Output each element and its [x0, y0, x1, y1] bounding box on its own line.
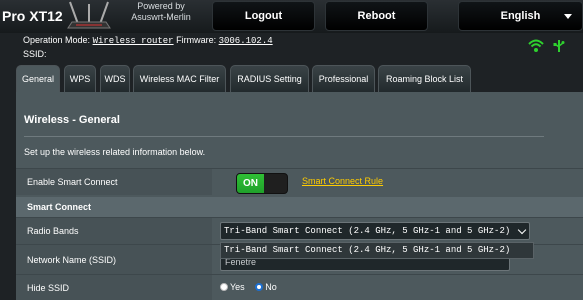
- status-icons: [528, 39, 565, 53]
- language-select[interactable]: English: [458, 1, 583, 31]
- hide-ssid-no-option[interactable]: No: [255, 282, 277, 292]
- powered-by-line2: Asuswrt-Merlin: [131, 12, 191, 22]
- row-hide-ssid: Hide SSID Yes No: [16, 274, 583, 300]
- reboot-button[interactable]: Reboot: [325, 1, 428, 31]
- top-header: Pro XT12 Powered by Asuswrt-Merlin Logou…: [0, 0, 583, 33]
- row-enable-smart-connect: Enable Smart Connect ON Smart Connect Ru…: [16, 168, 583, 195]
- hide-ssid-label: Hide SSID: [16, 275, 212, 300]
- logout-button[interactable]: Logout: [212, 1, 315, 31]
- radio-no[interactable]: [255, 283, 264, 291]
- yes-label: Yes: [230, 282, 245, 292]
- tab-wireless-mac-filter[interactable]: Wireless MAC Filter: [133, 65, 226, 92]
- network-name-label: Network Name (SSID): [16, 245, 212, 274]
- radio-bands-selected: Tri-Band Smart Connect (2.4 GHz, 5 GHz-1…: [224, 226, 511, 236]
- row-radio-bands: Radio Bands Tri-Band Smart Connect (2.4 …: [16, 217, 583, 244]
- router-icon: [67, 1, 111, 29]
- chevron-down-icon: [564, 14, 572, 19]
- tab-general[interactable]: General: [16, 65, 60, 92]
- firmware-link[interactable]: 3006.102.4: [219, 36, 273, 46]
- radio-bands-dropdown-option[interactable]: Tri-Band Smart Connect (2.4 GHz, 5 GHz-1…: [220, 242, 534, 259]
- chevron-down-icon: [517, 225, 527, 235]
- smart-connect-toggle[interactable]: ON: [236, 173, 288, 194]
- tab-wps[interactable]: WPS: [64, 65, 96, 92]
- op-mode-label: Operation Mode:: [23, 35, 91, 45]
- smart-connect-rule-link[interactable]: Smart Connect Rule: [302, 176, 383, 186]
- language-label: English: [500, 10, 541, 22]
- tab-professional[interactable]: Professional: [312, 65, 375, 92]
- enable-smart-connect-value: ON Smart Connect Rule: [212, 169, 583, 195]
- radio-bands-value: Tri-Band Smart Connect (2.4 GHz, 5 GHz-1…: [212, 218, 583, 244]
- toggle-on-label: ON: [237, 174, 264, 193]
- info-bar: Operation Mode: Wireless router Firmware…: [23, 34, 273, 61]
- radio-bands-select[interactable]: Tri-Band Smart Connect (2.4 GHz, 5 GHz-1…: [220, 222, 530, 240]
- radio-bands-label: Radio Bands: [16, 218, 212, 244]
- radio-yes[interactable]: [220, 283, 228, 291]
- main-panel: Wireless - General Set up the wireless r…: [16, 92, 583, 300]
- model-name: Pro XT12: [2, 8, 63, 24]
- ssid-label: SSID:: [23, 49, 47, 59]
- no-label: No: [265, 282, 277, 292]
- tab-roaming-block-list[interactable]: Roaming Block List: [378, 65, 471, 92]
- section-smart-connect: Smart Connect: [16, 197, 583, 217]
- page-title: Wireless - General: [24, 114, 120, 126]
- page-description: Set up the wireless related information …: [24, 147, 206, 157]
- hide-ssid-radios: Yes No: [220, 282, 285, 292]
- firmware-label: Firmware:: [176, 35, 217, 45]
- hide-ssid-value: Yes No: [212, 275, 583, 300]
- op-mode-link[interactable]: Wireless router: [93, 36, 174, 46]
- tab-wds[interactable]: WDS: [100, 65, 130, 92]
- wifi-icon[interactable]: [528, 39, 544, 53]
- usb-icon[interactable]: [553, 40, 565, 52]
- powered-by-line1: Powered by: [137, 1, 185, 11]
- divider: [24, 136, 544, 137]
- hide-ssid-yes-option[interactable]: Yes: [220, 282, 247, 292]
- enable-smart-connect-label: Enable Smart Connect: [16, 169, 212, 195]
- tab-radius-setting[interactable]: RADIUS Setting: [230, 65, 309, 92]
- powered-by: Powered by Asuswrt-Merlin: [126, 1, 196, 23]
